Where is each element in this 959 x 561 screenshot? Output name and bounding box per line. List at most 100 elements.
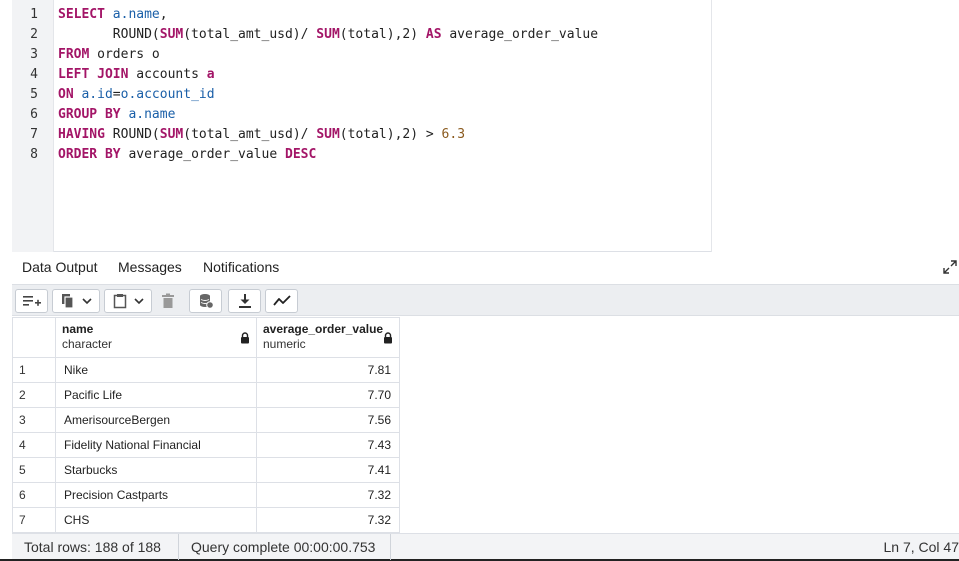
copy-button[interactable] (52, 289, 100, 313)
cell-name[interactable]: CHS (55, 507, 257, 533)
column-name: name (62, 322, 94, 336)
table-row[interactable]: 3 AmerisourceBergen 7.56 (12, 407, 400, 433)
query-tool-window: 1 2 3 4 5 6 7 8 SELECT a.name, ROUND(SUM… (0, 0, 959, 561)
code-line-6[interactable]: GROUP BY a.name (58, 105, 175, 125)
total-rows-status: Total rows: 188 of 188 (24, 539, 161, 555)
sql-editor[interactable]: 1 2 3 4 5 6 7 8 SELECT a.name, ROUND(SUM… (12, 0, 959, 252)
status-divider (390, 534, 391, 560)
row-number-header[interactable] (12, 317, 56, 358)
keyword: SELECT (58, 7, 105, 22)
code-line-2[interactable]: ROUND(SUM(total_amt_usd)/ SUM(total),2) … (58, 25, 598, 45)
paste-icon (113, 294, 127, 309)
code-line-5[interactable]: ON a.id=o.account_id (58, 85, 215, 105)
code-area[interactable]: SELECT a.name, ROUND(SUM(total_amt_usd)/… (54, 0, 711, 252)
keyword: SUM (316, 127, 340, 142)
paste-button[interactable] (104, 289, 152, 313)
column-type: character (62, 337, 113, 351)
row-number[interactable]: 6 (12, 482, 56, 508)
line-number: 2 (30, 27, 38, 42)
table-row[interactable]: 6 Precision Castparts 7.32 (12, 482, 400, 508)
row-number[interactable]: 5 (12, 457, 56, 483)
line-number: 8 (30, 147, 38, 162)
download-button[interactable] (228, 289, 261, 313)
code-line-1[interactable]: SELECT a.name, (58, 5, 168, 25)
table-row[interactable]: 4 Fidelity National Financial 7.43 (12, 432, 400, 458)
graph-visualiser-button[interactable] (265, 289, 298, 313)
identifier: o.account_id (120, 87, 215, 102)
row-number[interactable]: 4 (12, 432, 56, 458)
table-row[interactable]: 1 Nike 7.81 (12, 357, 400, 383)
row-number[interactable]: 1 (12, 357, 56, 383)
cell-average-order-value[interactable]: 7.32 (256, 507, 400, 533)
cell-average-order-value[interactable]: 7.41 (256, 457, 400, 483)
cursor-position-status: Ln 7, Col 47 (883, 539, 959, 555)
delete-icon (162, 293, 174, 308)
number-literal: 6.3 (441, 127, 466, 142)
keyword: DESC (285, 147, 317, 162)
column-header-name[interactable]: name character (55, 317, 257, 358)
cell-average-order-value[interactable]: 7.56 (256, 407, 400, 433)
cell-average-order-value[interactable]: 7.81 (256, 357, 400, 383)
editor-side-pane (711, 0, 959, 252)
graph-icon (272, 295, 291, 306)
cell-name[interactable]: Nike (55, 357, 257, 383)
copy-icon (62, 294, 74, 309)
keyword: HAVING (58, 127, 105, 142)
table-row[interactable]: 7 CHS 7.32 (12, 507, 400, 533)
code-line-3[interactable]: FROM orders o (58, 45, 160, 65)
keyword: a (206, 67, 215, 82)
cell-average-order-value[interactable]: 7.32 (256, 482, 400, 508)
identifier: a.name (112, 7, 160, 22)
header-row: name character average_order_value numer… (12, 317, 400, 358)
keyword: LEFT JOIN (58, 67, 129, 82)
results-table: name character average_order_value numer… (12, 317, 400, 533)
save-data-button[interactable] (189, 289, 222, 313)
add-row-button[interactable] (15, 289, 48, 313)
table-row[interactable]: 2 Pacific Life 7.70 (12, 382, 400, 408)
cell-name[interactable]: Pacific Life (55, 382, 257, 408)
cell-name[interactable]: Fidelity National Financial (55, 432, 257, 458)
status-divider (178, 534, 179, 560)
status-bar: Total rows: 188 of 188 Query complete 00… (12, 533, 959, 560)
code-line-4[interactable]: LEFT JOIN accounts a (58, 65, 215, 85)
line-number: 1 (30, 7, 38, 22)
line-number: 5 (30, 87, 38, 102)
cell-name[interactable]: AmerisourceBergen (55, 407, 257, 433)
cell-average-order-value[interactable]: 7.43 (256, 432, 400, 458)
result-tabs: Data Output Messages Notifications (12, 253, 959, 283)
add-row-icon (22, 296, 41, 306)
cell-name[interactable]: Starbucks (55, 457, 257, 483)
line-number-gutter: 1 2 3 4 5 6 7 8 (12, 0, 54, 252)
column-header-average-order-value[interactable]: average_order_value numeric (256, 317, 400, 358)
lock-icon (241, 332, 249, 344)
delete-button[interactable] (155, 289, 181, 313)
keyword: SUM (316, 27, 340, 42)
keyword: ON (58, 87, 74, 102)
line-number: 3 (30, 47, 38, 62)
cell-average-order-value[interactable]: 7.70 (256, 382, 400, 408)
keyword: SUM (159, 27, 184, 42)
lock-icon (384, 332, 392, 344)
table-row[interactable]: 5 Starbucks 7.41 (12, 457, 400, 483)
column-name: average_order_value (263, 322, 384, 336)
row-number[interactable]: 2 (12, 382, 56, 408)
code-line-7[interactable]: HAVING ROUND(SUM(total_amt_usd)/ SUM(tot… (58, 125, 465, 145)
code-line-8[interactable]: ORDER BY average_order_value DESC (58, 145, 316, 165)
line-number: 7 (30, 127, 38, 142)
tab-notifications[interactable]: Notifications (203, 258, 279, 276)
expand-icon[interactable] (943, 260, 957, 274)
line-number: 4 (30, 67, 38, 82)
tab-data-output[interactable]: Data Output (22, 258, 98, 276)
keyword: ORDER BY (58, 147, 121, 162)
row-number[interactable]: 3 (12, 407, 56, 433)
row-number[interactable]: 7 (12, 507, 56, 533)
results-grid: name character average_order_value numer… (12, 317, 959, 533)
keyword: AS (425, 27, 442, 42)
cell-name[interactable]: Precision Castparts (55, 482, 257, 508)
keyword: SUM (159, 127, 184, 142)
save-data-icon (199, 294, 214, 309)
tab-messages[interactable]: Messages (118, 258, 182, 276)
download-icon (238, 294, 251, 308)
chevron-down-icon (134, 298, 144, 305)
query-time-status: Query complete 00:00:00.753 (191, 539, 376, 555)
